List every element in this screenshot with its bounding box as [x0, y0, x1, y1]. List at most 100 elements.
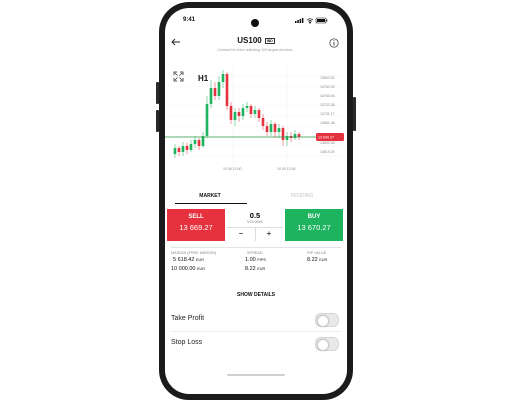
volume-up-button	[156, 82, 159, 104]
candlestick-series	[173, 70, 301, 158]
candle-body	[229, 106, 233, 120]
battery-icon	[315, 17, 328, 24]
volume-increase-button[interactable]: +	[255, 229, 283, 238]
candle-body	[265, 126, 269, 132]
pip-unit: EUR	[319, 258, 328, 262]
price-label: 13619.20	[320, 150, 335, 154]
candle-body	[225, 74, 229, 106]
price-label: 13803.52	[320, 76, 335, 80]
volume-control: 0.5 VOLUME − +	[227, 209, 283, 241]
info-icon[interactable]	[329, 38, 339, 48]
power-button	[353, 97, 356, 131]
show-details-button[interactable]: SHOW DETAILS	[165, 292, 347, 298]
tab-market[interactable]: MARKET	[165, 193, 255, 199]
volume-value[interactable]: 0.5	[227, 211, 283, 220]
free-margin-value: 10 000.00	[171, 266, 196, 272]
candle-body	[189, 144, 193, 150]
status-bar: 9:41	[165, 14, 347, 28]
pip-value-label: PIP VALUE	[307, 251, 327, 255]
app-screen: 9:41 US100 IND Contract for index reflec…	[165, 8, 347, 394]
order-details: MARGIN (FREE MARGIN) 5 618.42 EUR 10 000…	[165, 249, 347, 283]
spread-value: 1.00	[245, 257, 256, 263]
candle-body	[245, 106, 249, 108]
stop-loss-label: Stop Loss	[171, 339, 203, 346]
buy-price: 13 670.27	[297, 223, 331, 232]
candle-body	[273, 124, 277, 132]
symbol-name: US100	[237, 36, 262, 45]
candle-body	[201, 136, 205, 146]
camera-icon	[251, 19, 259, 27]
status-icons	[295, 17, 328, 24]
candle-body	[193, 140, 197, 144]
toggle-knob	[317, 338, 329, 351]
details-divider	[171, 247, 341, 248]
price-label: 13681.48	[320, 121, 335, 125]
time-label: 10.05 12:00	[277, 167, 296, 171]
wifi-icon	[306, 18, 314, 24]
toggle-divider	[171, 331, 341, 332]
price-label: 13633.05	[320, 141, 335, 145]
stop-loss-toggle[interactable]	[315, 337, 339, 351]
price-label: 13743.04	[320, 94, 335, 98]
candle-body	[197, 140, 201, 146]
price-label: 13701.17	[320, 112, 335, 116]
candle-body	[257, 110, 261, 118]
candle-body	[261, 118, 265, 126]
take-profit-toggle[interactable]	[315, 313, 339, 327]
instrument-description: Contract for index reflecting 100 larges…	[217, 48, 295, 52]
pip-value: 8.22	[307, 257, 318, 263]
phone-frame: 9:41 US100 IND Contract for index reflec…	[156, 2, 356, 400]
spread-unit: PIPS	[257, 258, 266, 262]
candle-body	[217, 82, 221, 96]
candle-body	[209, 88, 213, 104]
sell-label: SELL	[188, 214, 204, 220]
candle-body	[221, 74, 225, 82]
active-tab-indicator	[175, 203, 247, 204]
candle-body	[233, 112, 237, 120]
candle-body	[293, 134, 297, 138]
candle-body	[205, 104, 209, 136]
candle-body	[269, 124, 273, 132]
timeframe-selector[interactable]: H1	[198, 74, 208, 83]
volume-label: VOLUME	[246, 220, 264, 224]
home-indicator	[227, 374, 285, 376]
candle-body	[277, 128, 281, 132]
price-label: 13763.30	[320, 85, 335, 89]
take-profit-label: Take Profit	[171, 315, 205, 322]
candle-body	[253, 110, 257, 114]
price-axis-labels: 13803.52 13763.30 13743.04 13723.38 1370…	[320, 76, 335, 154]
candle-body	[241, 108, 245, 116]
volume-down-button	[156, 110, 159, 132]
candle-body	[213, 88, 217, 96]
toggle-knob	[317, 314, 329, 327]
volume-decrease-button[interactable]: −	[227, 229, 255, 238]
sell-button[interactable]: SELL 13 669.27	[167, 209, 225, 241]
candle-body	[173, 148, 177, 154]
candle-body	[237, 112, 241, 116]
price-label: 13723.38	[320, 103, 335, 107]
instrument-title: US100 IND	[165, 36, 347, 45]
expand-icon[interactable]	[173, 71, 184, 82]
margin-label: MARGIN (FREE MARGIN)	[171, 251, 217, 255]
candle-body	[281, 128, 285, 140]
candle-body	[181, 146, 185, 152]
candle-body	[185, 146, 189, 150]
buy-label: BUY	[307, 214, 321, 220]
margin-value: 5 618.42	[173, 257, 195, 263]
spread-unit-eur: EUR	[257, 267, 266, 271]
candle-body	[249, 106, 253, 114]
candle-body	[297, 134, 301, 137]
order-type-tabs: MARKET PENDING	[165, 193, 347, 205]
price-chart[interactable]: 13803.52 13763.30 13743.04 13723.38 1370…	[165, 66, 347, 176]
sell-price: 13 669.27	[179, 223, 213, 232]
time-label: 10.05 12:00	[223, 167, 242, 171]
current-price-text: 13 649.27	[318, 136, 334, 140]
spread-label: SPREAD	[247, 251, 263, 255]
buy-button[interactable]: BUY 13 670.27	[285, 209, 343, 241]
status-time: 9:41	[183, 17, 196, 23]
candle-body	[285, 136, 289, 140]
time-axis-labels: 10.05 12:00 10.05 12:00	[223, 167, 296, 171]
free-margin-unit: EUR	[197, 267, 206, 271]
tab-pending[interactable]: PENDING	[257, 193, 347, 199]
instrument-type-badge: IND	[264, 37, 275, 44]
